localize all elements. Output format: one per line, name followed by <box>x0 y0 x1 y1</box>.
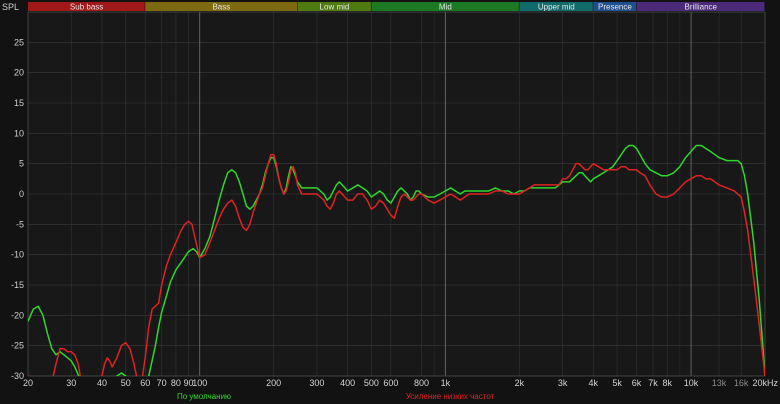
x-tick-label: 40 <box>97 378 107 388</box>
x-tick-label: 3k <box>558 378 568 388</box>
x-tick-label: 600 <box>383 378 398 388</box>
x-tick-label: 8k <box>662 378 672 388</box>
x-tick-label: 60 <box>140 378 150 388</box>
x-tick-label: 50 <box>121 378 131 388</box>
y-tick-label: 10 <box>14 128 24 138</box>
x-tick-label: 300 <box>309 378 324 388</box>
y-tick-label: -15 <box>11 280 24 290</box>
band-label: Low mid <box>320 3 350 12</box>
x-tick-label: 16k <box>734 378 749 388</box>
x-tick-label: 20kHz <box>752 378 778 388</box>
y-tick-label: -20 <box>11 310 24 320</box>
x-tick-label: 5k <box>612 378 622 388</box>
y-tick-label: -10 <box>11 250 24 260</box>
y-tick-label: -5 <box>16 219 24 229</box>
x-tick-label: 4k <box>589 378 599 388</box>
band-label: Presence <box>598 3 632 12</box>
x-tick-label: 800 <box>414 378 429 388</box>
x-tick-label: 2k <box>515 378 525 388</box>
y-tick-label: -25 <box>11 341 24 351</box>
x-tick-label: 20 <box>23 378 33 388</box>
band-label: Bass <box>212 3 230 12</box>
y-tick-label: 25 <box>14 37 24 47</box>
x-tick-label: 100 <box>192 378 207 388</box>
x-tick-label: 13k <box>712 378 727 388</box>
band-label: Sub bass <box>70 3 103 12</box>
y-tick-label: 15 <box>14 98 24 108</box>
y-tick-label: 20 <box>14 68 24 78</box>
band-label: Mid <box>439 3 452 12</box>
y-tick-label: 0 <box>19 189 24 199</box>
x-tick-label: 400 <box>340 378 355 388</box>
x-tick-label: 30 <box>66 378 76 388</box>
y-axis-label: SPL <box>2 2 19 12</box>
band-label: Brilliance <box>685 3 718 12</box>
frequency-response-chart: Sub bass Bass Low mid Mid Upper mid Presence B… <box>0 0 780 404</box>
legend-entry: По умолчанию <box>177 392 231 401</box>
x-tick-label: 200 <box>266 378 281 388</box>
y-tick-label: 5 <box>19 159 24 169</box>
x-tick-label: 7k <box>648 378 658 388</box>
x-tick-label: 10k <box>684 378 699 388</box>
legend-entry: Усиление низких частот <box>406 392 495 401</box>
x-tick-label: 500 <box>364 378 379 388</box>
frequency-band-strip: Sub bass Bass Low mid Mid Upper mid Presence B… <box>28 2 765 12</box>
x-tick-label: 70 <box>157 378 167 388</box>
x-tick-label: 6k <box>632 378 642 388</box>
x-tick-label: 1k <box>441 378 451 388</box>
x-tick-label: 80 <box>171 378 181 388</box>
band-label: Upper mid <box>538 3 575 12</box>
